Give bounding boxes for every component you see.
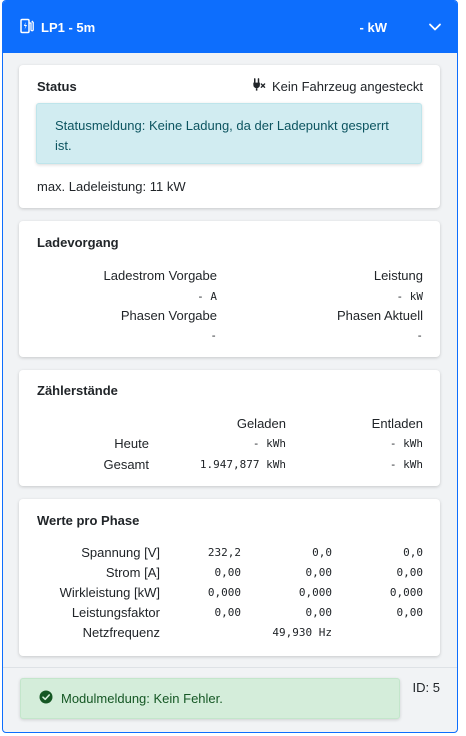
plug-icon xyxy=(251,77,266,95)
phase-l2-value: 0,00 xyxy=(305,606,333,619)
phase-values-title: Werte pro Phase xyxy=(37,513,140,528)
module-message-text: Modulmeldung: Kein Fehler. xyxy=(61,691,223,706)
phase-l3-value: 0,00 xyxy=(396,606,424,619)
phase-l3-value: 0,00 xyxy=(396,566,424,579)
footer-divider xyxy=(3,667,457,668)
meters-title: Zählerstände xyxy=(37,383,118,398)
vehicle-state-label: Kein Fahrzeug angesteckt xyxy=(271,78,423,94)
phases-setpoint-value: - xyxy=(210,329,217,342)
status-card: Status Kein Fahrzeug angesteckt Statusme… xyxy=(19,65,440,208)
col-discharged-header: Entladen xyxy=(371,416,423,431)
charging-title: Ladevorgang xyxy=(37,235,119,250)
check-circle-icon xyxy=(39,690,53,707)
phases-actual-value: - xyxy=(416,329,423,342)
meter-row-label: Heute xyxy=(114,436,149,451)
phase-l1-value: 0,00 xyxy=(214,566,242,579)
module-message: Modulmeldung: Kein Fehler. xyxy=(20,678,400,719)
charge-point-name: LP1 - 5m xyxy=(41,19,96,35)
meter-charged-value: 1.947,877 kWh xyxy=(199,458,286,471)
power-label: Leistung xyxy=(373,268,423,283)
phase-l1-value: 0,00 xyxy=(214,606,242,619)
meter-discharged-value: - kWh xyxy=(389,437,423,450)
power-value: - kW xyxy=(396,290,424,303)
current-setpoint-label: Ladestrom Vorgabe xyxy=(103,268,217,283)
phase-row-label: Wirkleistung [kW] xyxy=(59,585,160,600)
status-title: Status xyxy=(37,79,77,94)
phase-l2-value: 0,00 xyxy=(305,566,333,579)
ev-charger-icon xyxy=(19,18,35,37)
vehicle-state: Kein Fahrzeug angesteckt xyxy=(251,77,423,95)
header-power: - kW xyxy=(359,19,387,35)
frequency-value: 49,930 Hz xyxy=(272,626,332,639)
meter-discharged-value: - kWh xyxy=(389,458,423,471)
frequency-label: Netzfrequenz xyxy=(82,625,160,640)
current-setpoint-value: - A xyxy=(197,290,217,303)
panel-header[interactable]: LP1 - 5m - kW xyxy=(3,1,457,53)
charging-card: Ladevorgang Ladestrom Vorgabe - A Leistu… xyxy=(19,221,440,357)
meter-charged-value: - kWh xyxy=(252,437,286,450)
phase-l3-value: 0,0 xyxy=(403,546,423,559)
phase-row-label: Strom [A] xyxy=(105,565,160,580)
max-charge-power: max. Ladeleistung: 11 kW xyxy=(37,179,186,194)
phase-l1-value: 232,2 xyxy=(207,546,241,559)
phase-values-card: Werte pro Phase Spannung [V] 232,2 0,0 0… xyxy=(19,499,440,656)
phase-l3-value: 0,000 xyxy=(389,586,423,599)
phases-setpoint-label: Phasen Vorgabe xyxy=(120,308,217,323)
chevron-down-icon[interactable] xyxy=(427,19,443,35)
status-message: Statusmeldung: Keine Ladung, da der Lade… xyxy=(36,103,422,164)
phase-l2-value: 0,0 xyxy=(312,546,332,559)
charge-point-id: ID: 5 xyxy=(412,680,440,695)
phases-actual-label: Phasen Aktuell xyxy=(336,308,423,323)
col-charged-header: Geladen xyxy=(236,416,286,431)
meter-row-label: Gesamt xyxy=(103,457,149,472)
phase-l1-value: 0,000 xyxy=(207,586,241,599)
meters-card: Zählerstände Geladen Entladen Heute - kW… xyxy=(19,370,440,486)
phase-row-label: Spannung [V] xyxy=(81,545,160,560)
charge-point-panel: LP1 - 5m - kW Status Kein Fahrzeug anges… xyxy=(2,0,458,733)
phase-l2-value: 0,000 xyxy=(298,586,332,599)
phase-row-label: Leistungsfaktor xyxy=(71,605,160,620)
